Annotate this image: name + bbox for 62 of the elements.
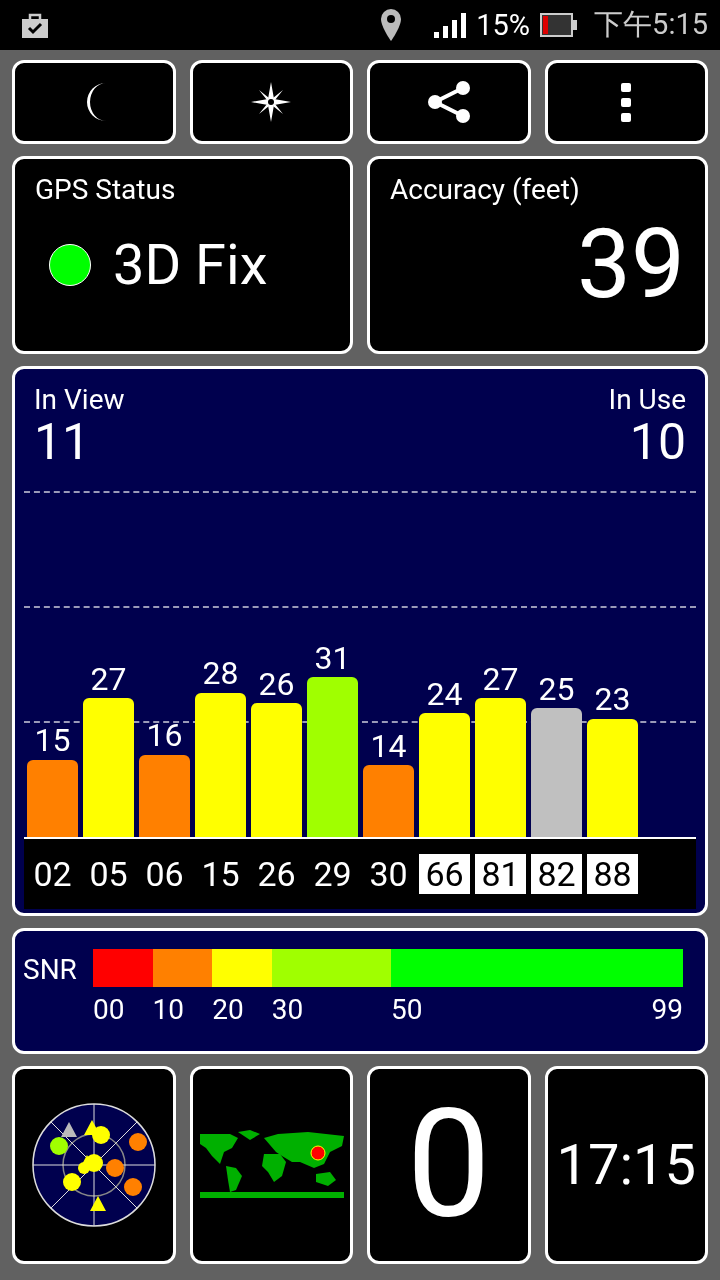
signal-value: 28 — [202, 654, 239, 693]
signal-value: 16 — [146, 716, 183, 755]
scale-label: 00 — [93, 993, 125, 1026]
satellite-id: 30 — [368, 854, 409, 894]
signal-icon — [434, 12, 467, 38]
clock-value: 17:15 — [556, 1132, 696, 1198]
satellite-id: 02 — [32, 854, 73, 894]
satellite-id: 05 — [88, 854, 129, 894]
satellite-id: 88 — [587, 854, 638, 894]
card-title: GPS Status — [35, 173, 177, 206]
snr-label: SNR — [23, 953, 78, 986]
fix-status: 3D Fix — [113, 232, 268, 298]
scale-label: 10 — [152, 993, 185, 1026]
signal-value: 15 — [34, 721, 71, 760]
satellite-id: 06 — [144, 854, 185, 894]
value-tile[interactable]: 17:15 — [544, 1066, 708, 1264]
accuracy-value: 39 — [577, 216, 685, 312]
battery-icon — [540, 12, 579, 38]
world-map-tile[interactable] — [189, 1066, 353, 1264]
moon-button[interactable] — [12, 60, 176, 144]
compass-star-button[interactable] — [189, 60, 353, 144]
satellite-marker — [128, 1133, 147, 1151]
share-icon — [426, 80, 471, 124]
scale-label: 99 — [651, 993, 683, 1026]
bag-check-icon — [20, 11, 50, 39]
value-tile[interactable]: 0 — [367, 1066, 531, 1264]
card-title: Accuracy (feet) — [390, 173, 581, 206]
sky-plot-tile[interactable] — [12, 1066, 176, 1264]
signal-value: 25 — [538, 669, 575, 709]
satellite-id: 81 — [475, 854, 526, 894]
location-pin-icon — [380, 9, 403, 41]
signal-value: 27 — [90, 659, 127, 698]
signal-value: 31 — [314, 638, 351, 678]
signal-value: 24 — [426, 675, 463, 714]
satellite-id: 29 — [312, 854, 353, 894]
signal-value: 27 — [482, 659, 519, 698]
satellite-id: 26 — [256, 854, 297, 894]
signal-value: 14 — [370, 726, 407, 765]
in-view-label: In View — [34, 383, 125, 416]
satellite-id: 15 — [200, 854, 241, 894]
signal-value: 23 — [594, 680, 631, 719]
battery-percent: 15% — [476, 8, 531, 42]
satellite-marker — [60, 1122, 77, 1137]
satellite-marker — [91, 1126, 110, 1144]
scale-label: 30 — [271, 993, 304, 1026]
satellite-marker — [49, 1137, 68, 1155]
satellite-id: 66 — [419, 854, 470, 894]
scale-label: 50 — [390, 993, 423, 1026]
more-menu-button[interactable] — [544, 60, 708, 144]
in-view-count: 11 — [34, 416, 92, 469]
counter-value: 0 — [406, 1090, 491, 1240]
share-button[interactable] — [367, 60, 531, 144]
scale-label: 20 — [212, 993, 244, 1026]
satellite-marker — [123, 1178, 142, 1196]
satellite-marker — [105, 1159, 124, 1177]
signal-value: 26 — [258, 664, 295, 704]
more-menu-icon — [621, 82, 632, 122]
clock-time: 下午5:15 — [594, 6, 708, 43]
in-use-count: 10 — [629, 416, 686, 469]
satellite-id: 82 — [531, 854, 582, 894]
in-use-label: In Use — [608, 383, 686, 416]
satellite-marker — [89, 1196, 106, 1211]
